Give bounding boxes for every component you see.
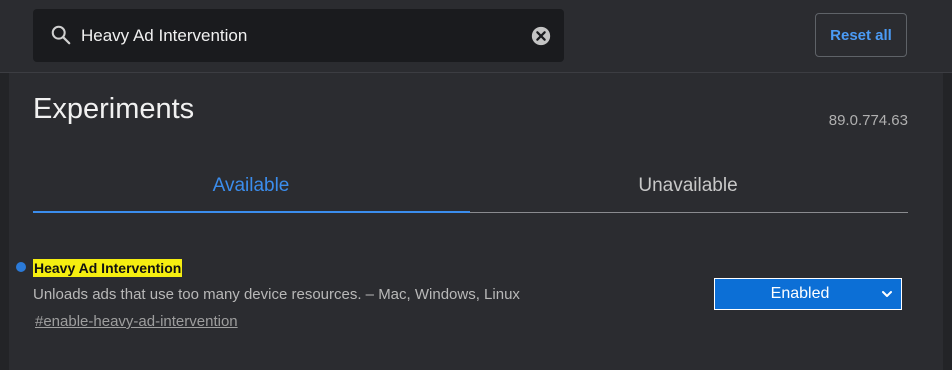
tab-available[interactable]: Available: [33, 160, 469, 212]
flag-state-value: Enabled: [770, 285, 830, 302]
reset-all-button[interactable]: Reset all: [815, 13, 907, 57]
search-icon: [51, 25, 71, 45]
tab-unavailable[interactable]: Unavailable: [470, 160, 906, 212]
header-bar: Heavy Ad Intervention Reset all: [0, 0, 952, 73]
flag-title: Heavy Ad Intervention: [33, 259, 183, 277]
flag-state-select[interactable]: Enabled: [714, 278, 902, 310]
modified-indicator-dot: [16, 262, 26, 272]
active-tab-indicator: [33, 211, 470, 213]
search-input[interactable]: Heavy Ad Intervention: [33, 9, 564, 62]
right-rail: [943, 73, 952, 370]
left-rail: [0, 73, 9, 370]
search-value[interactable]: Heavy Ad Intervention: [81, 26, 247, 46]
page-title: Experiments: [33, 93, 195, 125]
close-circle-icon[interactable]: [530, 25, 552, 47]
flag-permalink[interactable]: #enable-heavy-ad-intervention: [35, 313, 238, 330]
flag-description: Unloads ads that use too many device res…: [33, 286, 520, 303]
version-label: 89.0.774.63: [828, 112, 908, 129]
chevron-down-icon: [882, 291, 892, 297]
